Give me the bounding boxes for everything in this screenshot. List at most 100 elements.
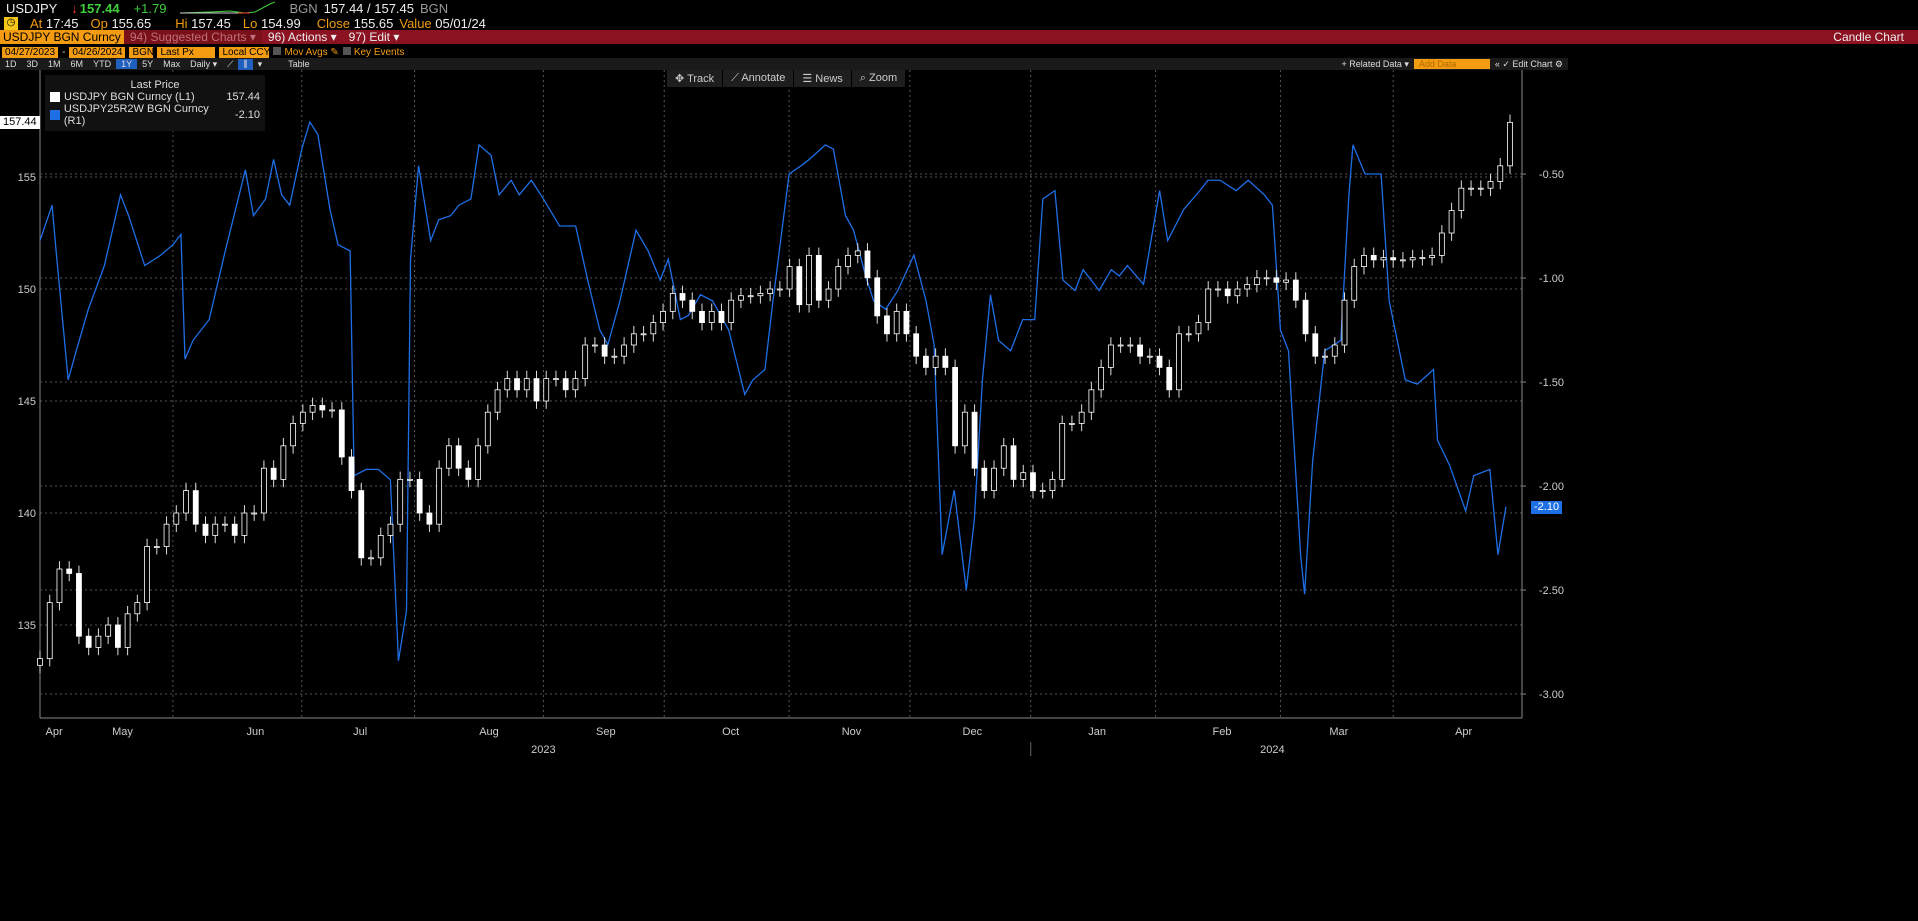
candle-up: [1331, 344, 1338, 357]
legend-item-usdjpy[interactable]: USDJPY BGN Curncy (L1) 157.44: [50, 91, 260, 103]
year-label: 2024: [1260, 744, 1284, 756]
candle-up: [153, 546, 160, 549]
candle-up: [1234, 288, 1241, 297]
security-field[interactable]: USDJPY BGN Curncy: [0, 30, 124, 44]
candle-up: [1400, 259, 1406, 262]
legend-name: USDJPY BGN Curncy (L1): [64, 91, 195, 103]
ticker: USDJPY: [6, 0, 58, 16]
candle-up: [95, 635, 102, 648]
candle-chart-icon[interactable]: ⫼: [238, 58, 253, 70]
candle-up: [309, 405, 316, 413]
candle-down: [1010, 445, 1017, 480]
chart-toolbar: ✥ Track ⟋ Annotate ☰ News ⌕ Zoom: [667, 70, 907, 87]
candle-down: [796, 266, 803, 306]
news-button[interactable]: ☰ News: [794, 70, 852, 87]
candle-down: [202, 523, 209, 536]
candle-up: [445, 445, 452, 469]
annotate-button[interactable]: ⟋ Annotate: [723, 70, 795, 87]
left-tick-label: 145: [18, 396, 36, 408]
low-value: 154.99: [260, 15, 301, 31]
frequency-select[interactable]: Daily ▾: [185, 59, 222, 70]
field-input[interactable]: Last Px: [157, 46, 216, 58]
right-tick-label: -0.50: [1539, 169, 1564, 181]
end-date-input[interactable]: 04/26/2024: [69, 46, 126, 58]
candle-up: [621, 344, 628, 357]
period-1d[interactable]: 1D: [0, 59, 22, 69]
candle-up: [845, 254, 851, 267]
suggested-charts-menu[interactable]: 94) Suggested Charts ▾: [123, 30, 262, 44]
legend-value: 157.44: [226, 91, 260, 103]
candle-up: [854, 250, 861, 256]
related-data-button[interactable]: + Related Data ▾: [1337, 59, 1414, 70]
candle-up: [1468, 187, 1474, 190]
period-3d[interactable]: 3D: [22, 59, 44, 69]
candle-up: [124, 613, 131, 648]
period-6m[interactable]: 6M: [66, 59, 89, 69]
candle-down: [971, 411, 978, 469]
mov-avgs-toggle[interactable]: Mov Avgs ✎: [273, 46, 339, 58]
track-button[interactable]: ✥ Track: [667, 70, 724, 87]
table-button[interactable]: Table: [283, 59, 315, 69]
candle-up: [1244, 284, 1251, 290]
period-1y[interactable]: 1Y: [116, 59, 138, 69]
chart-type-dropdown-icon[interactable]: ▾: [253, 59, 268, 70]
source-input[interactable]: BGN: [129, 46, 154, 58]
left-tick-label: 140: [18, 508, 36, 520]
candle-up: [660, 310, 666, 323]
candle-down: [358, 490, 365, 559]
candle-up: [1117, 344, 1124, 347]
candle-down: [903, 310, 910, 335]
candle-down: [114, 624, 121, 648]
edit-menu[interactable]: 97) Edit ▾: [343, 30, 406, 44]
candle-up: [1098, 366, 1105, 391]
candle-up: [786, 266, 793, 290]
candle-down: [922, 355, 929, 368]
period-ytd[interactable]: YTD: [88, 59, 116, 69]
sparkline: [180, 1, 276, 14]
period-1m[interactable]: 1M: [43, 59, 66, 69]
candle-down: [66, 568, 73, 574]
period-max[interactable]: Max: [158, 59, 185, 69]
candle-down: [699, 310, 705, 323]
currency-select[interactable]: Local CCY: [219, 46, 270, 58]
key-events-toggle[interactable]: Key Events: [342, 46, 404, 58]
edit-chart-button[interactable]: « ✓ Edit Chart ⚙: [1490, 59, 1568, 70]
candle-up: [932, 355, 939, 368]
candle-up: [1477, 187, 1484, 190]
settings-bar: 04/27/2023 - 04/26/2024 BGN Last Px Loca…: [0, 46, 404, 58]
candle-up: [163, 523, 170, 548]
candle-down: [562, 378, 569, 391]
candle-down: [689, 299, 696, 312]
candle-up: [1283, 279, 1289, 283]
line-chart-icon[interactable]: ⟋: [222, 59, 238, 70]
start-date-input[interactable]: 04/27/2023: [2, 46, 59, 58]
zoom-button[interactable]: ⌕ Zoom: [852, 70, 907, 87]
blue-swatch: [50, 110, 60, 120]
candle-up: [261, 467, 267, 514]
left-tick-label: 150: [18, 284, 36, 296]
candle-up: [134, 602, 141, 615]
clock-icon[interactable]: ◷: [4, 16, 18, 30]
mov-avgs-label: Mov Avgs: [284, 46, 328, 58]
last-value-label-right: -2.10: [1531, 501, 1563, 514]
month-label: Oct: [722, 726, 739, 738]
actions-menu[interactable]: 96) Actions ▾: [262, 30, 343, 44]
candle-down: [1273, 277, 1280, 283]
candle-up: [835, 266, 842, 290]
white-swatch: [50, 92, 60, 102]
period-5y[interactable]: 5Y: [137, 59, 158, 69]
legend-item-rr[interactable]: USDJPY25R2W BGN Curncy (R1) -2.10: [50, 103, 260, 127]
candle-down: [455, 445, 462, 469]
at-label: At: [30, 15, 43, 31]
chart-canvas[interactable]: 135 140 145 150 155 -0.50 -1.00 -1.50 -2.00 -2.50…: [0, 70, 1568, 770]
candle-up: [251, 512, 258, 515]
candle-down: [884, 315, 890, 335]
candle-up: [572, 378, 579, 391]
candle-down: [465, 467, 472, 480]
candle-up: [183, 490, 189, 514]
stats-line: ◷ At 17:45 Op 155.65 Hi 157.45 Lo 154.99…: [0, 15, 486, 31]
candle-up: [728, 299, 735, 323]
add-data-input[interactable]: Add Data: [1413, 59, 1490, 69]
candle-up: [1253, 277, 1260, 285]
candle-up: [299, 411, 306, 424]
